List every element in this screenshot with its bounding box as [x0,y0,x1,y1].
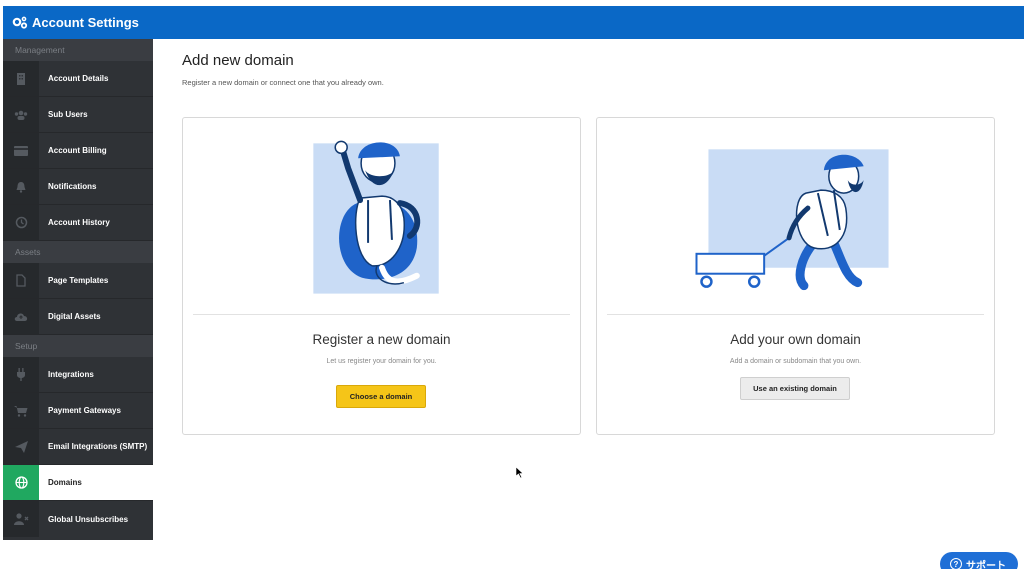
sidebar-item-label: Account History [48,218,110,227]
page-subtitle: Register a new domain or connect one tha… [182,78,384,87]
section-management: Management [3,39,153,61]
sidebar-item-label: Page Templates [48,276,109,285]
mouse-cursor [515,465,524,483]
card-title: Register a new domain [312,332,451,347]
top-bar: Account Settings [3,6,1024,39]
use-existing-domain-button[interactable]: Use an existing domain [740,377,850,400]
sidebar-item-email-integrations[interactable]: Email Integrations (SMTP) [3,429,153,465]
sidebar-item-label: Sub Users [48,110,88,119]
sidebar-item-payment-gateways[interactable]: Payment Gateways [3,393,153,429]
history-icon [3,205,39,240]
card-title: Add your own domain [730,332,861,347]
sidebar-item-label: Account Details [48,74,109,83]
app-title: Account Settings [32,15,139,30]
sidebar-item-account-history[interactable]: Account History [3,205,153,241]
sidebar-item-sub-users[interactable]: Sub Users [3,97,153,133]
users-icon [3,97,39,132]
sidebar-item-label: Digital Assets [48,312,101,321]
main-header: Add new domain Register a new domain or … [182,52,384,87]
cloud-upload-icon [3,299,39,334]
plug-icon [3,357,39,392]
sidebar-item-global-unsubscribes[interactable]: Global Unsubscribes [3,501,153,537]
choose-domain-button[interactable]: Choose a domain [336,385,426,408]
register-domain-card: Register a new domain Let us register yo… [182,117,581,435]
sidebar-item-notifications[interactable]: Notifications [3,169,153,205]
credit-card-icon [3,133,39,168]
sidebar-item-domains[interactable]: Domains [3,465,153,501]
card-description: Let us register your domain for you. [326,358,437,365]
sidebar-item-label: Payment Gateways [48,406,121,415]
cart-icon [3,393,39,428]
sidebar-item-digital-assets[interactable]: Digital Assets [3,299,153,335]
own-domain-card: Add your own domain Add a domain or subd… [596,117,995,435]
section-assets: Assets [3,241,153,263]
building-icon [3,61,39,96]
user-remove-icon [3,501,39,537]
gears-icon [12,15,28,31]
card-divider [607,314,984,315]
sidebar-item-label: Integrations [48,370,94,379]
card-description: Add a domain or subdomain that you own. [729,358,862,365]
page: Account Settings Management Account Deta… [0,0,1024,569]
sidebar-item-integrations[interactable]: Integrations [3,357,153,393]
section-setup: Setup [3,335,153,357]
sidebar-item-page-templates[interactable]: Page Templates [3,263,153,299]
question-icon: ? [950,558,962,569]
support-button[interactable]: ? サポート [940,552,1018,569]
support-label: サポート [966,560,1006,569]
register-domain-illustration [313,140,439,294]
own-domain-illustration [695,149,889,291]
sidebar-item-label: Domains [48,478,82,487]
sidebar-item-label: Notifications [48,182,97,191]
file-icon [3,263,39,298]
sidebar: Management Account Details Sub Users Acc… [3,39,153,540]
page-title: Add new domain [182,52,294,69]
globe-icon [3,465,39,500]
sidebar-item-label: Global Unsubscribes [48,514,129,524]
sidebar-item-account-billing[interactable]: Account Billing [3,133,153,169]
card-divider [193,314,570,315]
bell-icon [3,169,39,204]
sidebar-item-account-details[interactable]: Account Details [3,61,153,97]
sidebar-item-label: Account Billing [48,146,107,155]
paper-plane-icon [3,429,39,464]
sidebar-item-label: Email Integrations (SMTP) [48,442,148,451]
